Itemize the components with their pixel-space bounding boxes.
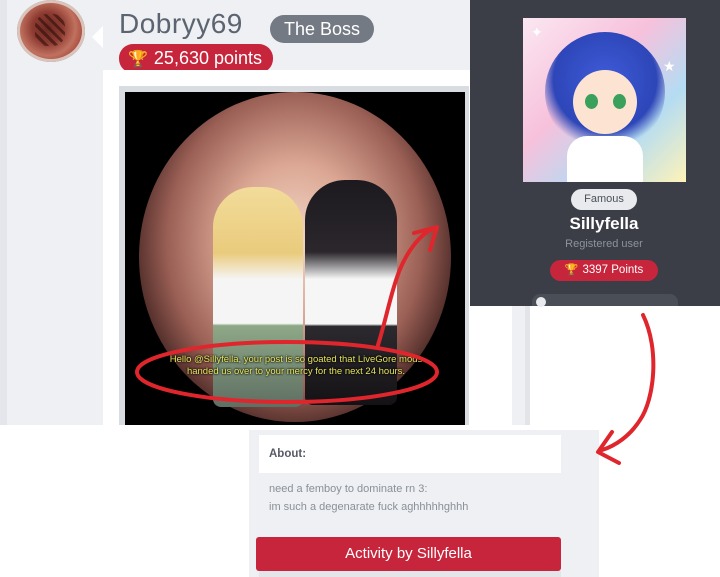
image-caption: Hello @Sillyfella, your post is so goate… <box>169 354 423 377</box>
right-divider <box>525 306 530 425</box>
profile-points-label: 3397 Points <box>582 264 644 276</box>
menu-item-icon <box>536 297 546 307</box>
avatar-image <box>35 14 65 46</box>
left-margin-strip <box>0 0 7 425</box>
user-avatar[interactable] <box>17 0 85 62</box>
profile-picture[interactable]: ✦ ★ <box>523 18 686 182</box>
post-image: Hello @Sillyfella, your post is so goate… <box>125 92 465 425</box>
about-label: About: <box>269 448 307 460</box>
annotation-arrow-down <box>600 313 656 452</box>
points-badge: 🏆 25,630 points <box>119 44 274 73</box>
profile-menu-item[interactable] <box>532 294 678 307</box>
post-username[interactable]: Dobryy69 <box>119 8 243 40</box>
profile-pic-eye-right <box>613 94 626 109</box>
post-image-attachment[interactable]: Hello @Sillyfella, your post is so goate… <box>119 86 469 425</box>
about-text-line-1: need a femboy to dominate rn 3: <box>269 483 428 495</box>
profile-pic-eye-left <box>585 94 598 109</box>
profile-name[interactable]: Sillyfella <box>470 214 720 234</box>
activity-button[interactable]: Activity by Sillyfella <box>256 537 561 571</box>
speech-notch <box>92 26 103 48</box>
rank-badge: The Boss <box>270 15 375 43</box>
profile-points-badge: 🏆 3397 Points <box>550 260 658 281</box>
profile-pic-body <box>567 136 643 182</box>
sparkle-icon: ✦ <box>531 24 543 40</box>
points-label: 25,630 points <box>153 48 263 68</box>
profile-role: Registered user <box>565 238 643 250</box>
annotation-arrowhead-down <box>596 430 621 465</box>
profile-pic-face <box>573 70 637 134</box>
trophy-icon: 🏆 <box>564 264 579 276</box>
about-bottom-edge <box>259 571 561 577</box>
about-text-line-2: im such a degenarate fuck aghhhhhghhh <box>269 501 469 513</box>
star-icon: ★ <box>663 58 676 74</box>
profile-title-chip: Famous <box>571 189 637 210</box>
